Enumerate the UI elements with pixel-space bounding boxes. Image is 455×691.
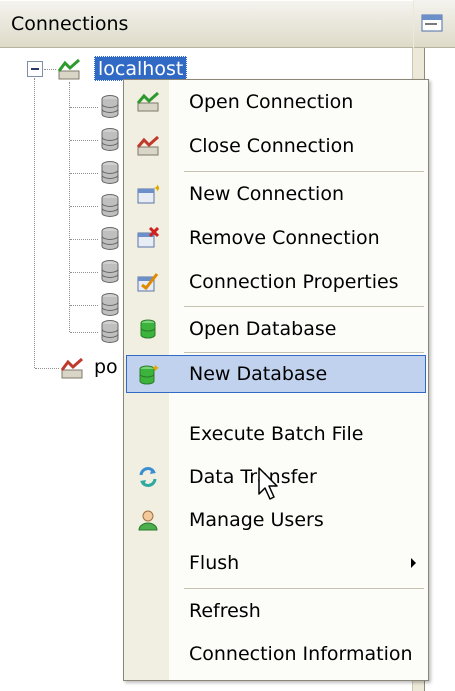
menu-item-label: Execute Batch File [189,423,364,445]
connection-closed-icon [60,357,83,379]
database-icon[interactable] [100,259,120,285]
database-icon[interactable] [100,94,120,120]
menu-item-connection-properties[interactable]: Connection Properties [126,263,426,301]
open-connection-icon [137,91,159,112]
database-icon[interactable] [100,319,120,345]
menu-separator [184,306,424,307]
menu-item-flush[interactable]: Flush [126,544,426,582]
database-icon[interactable] [100,193,120,219]
menu-separator [184,588,424,589]
manage-users-icon [138,510,158,531]
context-menu: Open Connection Close Connection ✦ New C… [123,79,429,681]
tree-line [70,173,98,174]
menu-item-label: Open Database [189,318,337,340]
menu-item-label: New Database [189,363,328,385]
right-toolbar [414,0,455,48]
svg-text:✦: ✦ [151,363,159,375]
connection-properties-icon [137,273,159,292]
svg-text:✦: ✦ [153,183,159,195]
menu-item-open-database[interactable]: Open Database [126,310,426,348]
connection-open-icon [57,58,80,80]
tree-line [70,107,98,108]
menu-item-refresh[interactable]: Refresh [126,592,426,630]
panel-title: Connections [11,13,129,35]
mouse-cursor-icon [258,467,278,500]
menu-item-label: Manage Users [189,509,324,531]
submenu-arrow-icon [411,558,416,568]
tree-line [70,332,98,333]
tree-line [44,69,56,70]
menu-item-remove-connection[interactable]: Remove Connection [126,219,426,257]
menu-item-new-connection[interactable]: ✦ New Connection [126,175,426,213]
menu-separator [184,171,424,172]
tree-line [70,206,98,207]
menu-item-label: Remove Connection [189,227,380,249]
menu-separator [184,352,424,353]
database-icon[interactable] [100,160,120,186]
menu-item-label: Connection Properties [189,271,399,293]
menu-item-label: Connection Information [189,643,413,665]
database-icon[interactable] [100,292,120,318]
menu-item-label: Open Connection [189,91,354,113]
tree-node-localhost[interactable]: localhost [94,56,188,81]
database-icon[interactable] [100,226,120,252]
tree-line [70,140,98,141]
open-database-icon [140,319,156,339]
tree-line [69,82,70,332]
remove-connection-icon [137,227,159,248]
menu-item-label: New Connection [189,183,344,205]
menu-item-label: Flush [189,552,240,574]
menu-item-open-connection[interactable]: Open Connection [126,83,426,121]
menu-item-label: Close Connection [189,135,355,157]
tree-line [34,78,35,368]
new-database-icon: ✦ [139,363,159,385]
database-icon[interactable] [100,127,120,153]
tree-line [70,239,98,240]
menu-item-manage-users[interactable]: Manage Users [126,501,426,539]
connections-panel-header: Connections [0,0,413,48]
menu-item-label: Data Transfer [189,466,317,488]
menu-item-execute-batch-file[interactable]: Execute Batch File [126,415,426,453]
data-transfer-icon [139,467,157,487]
window-icon[interactable] [420,13,444,35]
menu-item-new-database[interactable]: ✦ New Database [126,355,426,393]
tree-line [35,368,59,369]
new-connection-icon: ✦ [137,183,159,204]
menu-item-connection-information[interactable]: Connection Information [126,635,426,673]
menu-item-close-connection[interactable]: Close Connection [126,127,426,165]
collapse-toggle-icon[interactable] [27,61,43,77]
menu-item-label: Refresh [189,600,261,622]
close-connection-icon [137,135,159,156]
tree-line [70,305,98,306]
tree-line [70,272,98,273]
tree-node-po[interactable]: po [94,355,118,380]
